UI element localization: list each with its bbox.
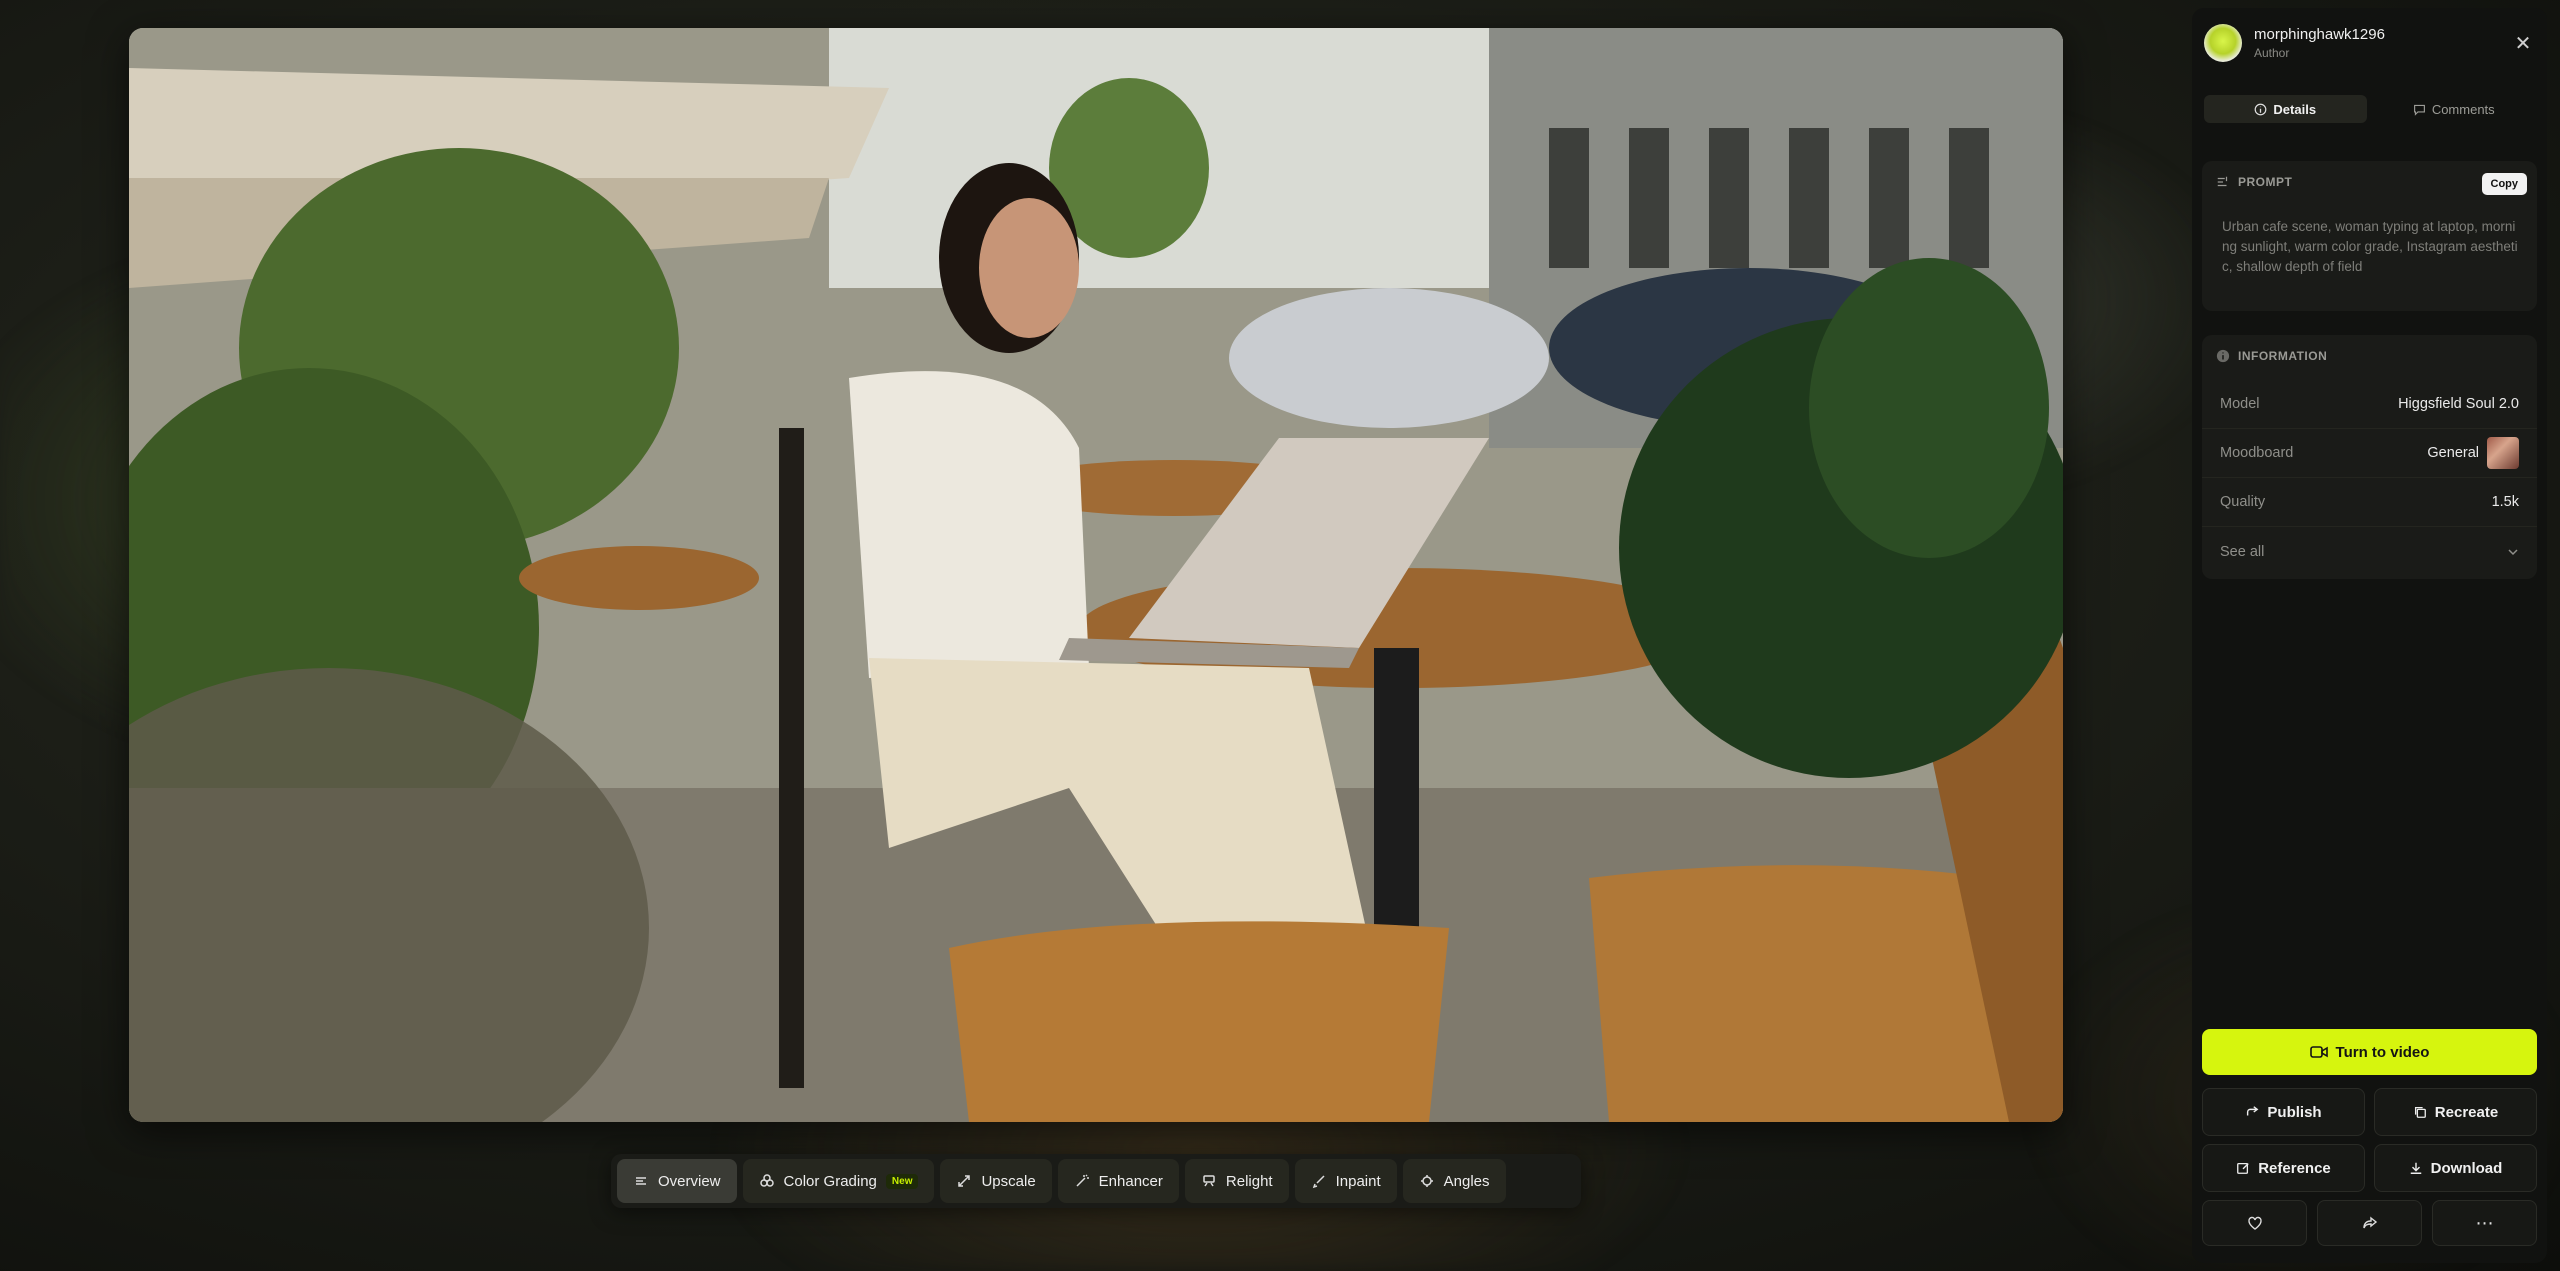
tab-enhancer-label: Enhancer: [1098, 1172, 1163, 1190]
information-heading: INFORMATION: [2216, 349, 2327, 363]
tab-inpaint[interactable]: Inpaint: [1294, 1159, 1397, 1203]
reference-button[interactable]: Reference: [2202, 1144, 2365, 1192]
recreate-label: Recreate: [2434, 1103, 2499, 1121]
heart-icon: [2247, 1216, 2262, 1230]
tab-upscale-label: Upscale: [981, 1172, 1036, 1190]
brush-icon: [1312, 1175, 1325, 1189]
info-value: Higgsfield Soul 2.0: [2398, 396, 2519, 412]
see-all-row[interactable]: See all: [2202, 527, 2537, 576]
tab-details[interactable]: Details: [2204, 95, 2367, 123]
tab-enhancer[interactable]: Enhancer: [1057, 1159, 1179, 1203]
tab-upscale[interactable]: Upscale: [940, 1159, 1052, 1203]
comment-icon: [2413, 104, 2425, 116]
details-panel: morphinghawk1296 Author ✕ Details Commen…: [2192, 8, 2547, 1263]
tab-relight[interactable]: Relight: [1184, 1159, 1289, 1203]
prompt-card: PROMPT Copy Urban cafe scene, woman typi…: [2202, 161, 2537, 311]
like-button[interactable]: [2202, 1200, 2307, 1246]
author-role: Author: [2254, 46, 2290, 60]
generated-image[interactable]: [129, 28, 2063, 1122]
copy-button[interactable]: Copy: [2481, 173, 2527, 195]
more-icon: ⋯: [2475, 1212, 2494, 1233]
overview-icon: [636, 1177, 646, 1185]
tab-comments-label: Comments: [2431, 101, 2495, 117]
prompt-text: Urban cafe scene, woman typing at laptop…: [2222, 219, 2518, 274]
expand-icon: [958, 1175, 971, 1187]
image-illustration: [129, 28, 2063, 1122]
share-icon: [2362, 1216, 2377, 1229]
see-all-label: See all: [2220, 543, 2265, 560]
light-icon: [1203, 1175, 1215, 1187]
tab-inpaint-label: Inpaint: [1335, 1172, 1381, 1190]
avatar: [2204, 24, 2242, 62]
tab-comments[interactable]: Comments: [2373, 95, 2536, 123]
info-row-moodboard[interactable]: Moodboard General: [2202, 429, 2537, 478]
tab-color-grading[interactable]: Color Grading New: [742, 1159, 935, 1203]
new-badge: New: [885, 1173, 919, 1189]
prompt-icon: [2217, 176, 2228, 187]
publish-label: Publish: [2267, 1103, 2322, 1121]
info-icon: [2255, 103, 2267, 115]
tab-angles[interactable]: Angles: [1402, 1159, 1506, 1203]
angles-icon: [1420, 1175, 1433, 1187]
tab-color-grading-label: Color Grading: [783, 1172, 877, 1190]
prompt-heading-label: PROMPT: [2238, 175, 2293, 189]
info-key: Model: [2220, 396, 2260, 412]
copy-icon: [2414, 1106, 2426, 1118]
info-value: General: [2427, 445, 2479, 461]
info-key: Moodboard: [2220, 445, 2294, 461]
tab-overview[interactable]: Overview: [617, 1159, 737, 1203]
tab-relight-label: Relight: [1225, 1172, 1273, 1190]
info-value-wrap: General: [2427, 437, 2519, 469]
info-key: Quality: [2220, 494, 2266, 510]
tab-angles-label: Angles: [1443, 1172, 1490, 1190]
download-icon: [2410, 1162, 2421, 1174]
edit-icon: [2237, 1162, 2249, 1174]
chevron-down-icon: [2507, 546, 2519, 558]
info-value: 1.5k: [2491, 494, 2519, 510]
info-row-model: Model Higgsfield Soul 2.0: [2202, 380, 2537, 429]
video-icon: [2309, 1046, 2328, 1058]
prompt-heading: PROMPT: [2216, 175, 2292, 189]
download-label: Download: [2430, 1159, 2503, 1177]
palette-icon: [759, 1174, 774, 1187]
more-options-button[interactable]: ⋯: [2432, 1200, 2537, 1246]
reference-label: Reference: [2258, 1159, 2331, 1177]
download-button[interactable]: Download: [2374, 1144, 2537, 1192]
tab-overview-label: Overview: [658, 1172, 721, 1190]
tab-details-label: Details: [2273, 101, 2317, 117]
turn-to-video-label: Turn to video: [2335, 1043, 2430, 1061]
wand-icon: [1076, 1174, 1089, 1187]
author-block[interactable]: morphinghawk1296 Author: [2204, 24, 2385, 62]
information-card: INFORMATION Model Higgsfield Soul 2.0 Mo…: [2202, 335, 2537, 579]
turn-to-video-button[interactable]: Turn to video: [2202, 1029, 2537, 1075]
publish-button[interactable]: Publish: [2202, 1088, 2365, 1136]
info-row-quality: Quality 1.5k: [2202, 478, 2537, 527]
close-icon[interactable]: ✕: [2511, 32, 2535, 56]
panel-tabs: Details Comments: [2204, 95, 2535, 123]
recreate-button[interactable]: Recreate: [2374, 1088, 2537, 1136]
publish-icon: [2247, 1106, 2259, 1116]
edit-toolbar: Overview Color Grading New Upscale Enhan…: [611, 1154, 1581, 1208]
author-name: morphinghawk1296: [2254, 26, 2385, 43]
moodboard-thumbnail: [2487, 437, 2519, 469]
information-heading-label: INFORMATION: [2238, 349, 2328, 363]
info-filled-icon: [2216, 349, 2230, 363]
share-button[interactable]: [2317, 1200, 2422, 1246]
